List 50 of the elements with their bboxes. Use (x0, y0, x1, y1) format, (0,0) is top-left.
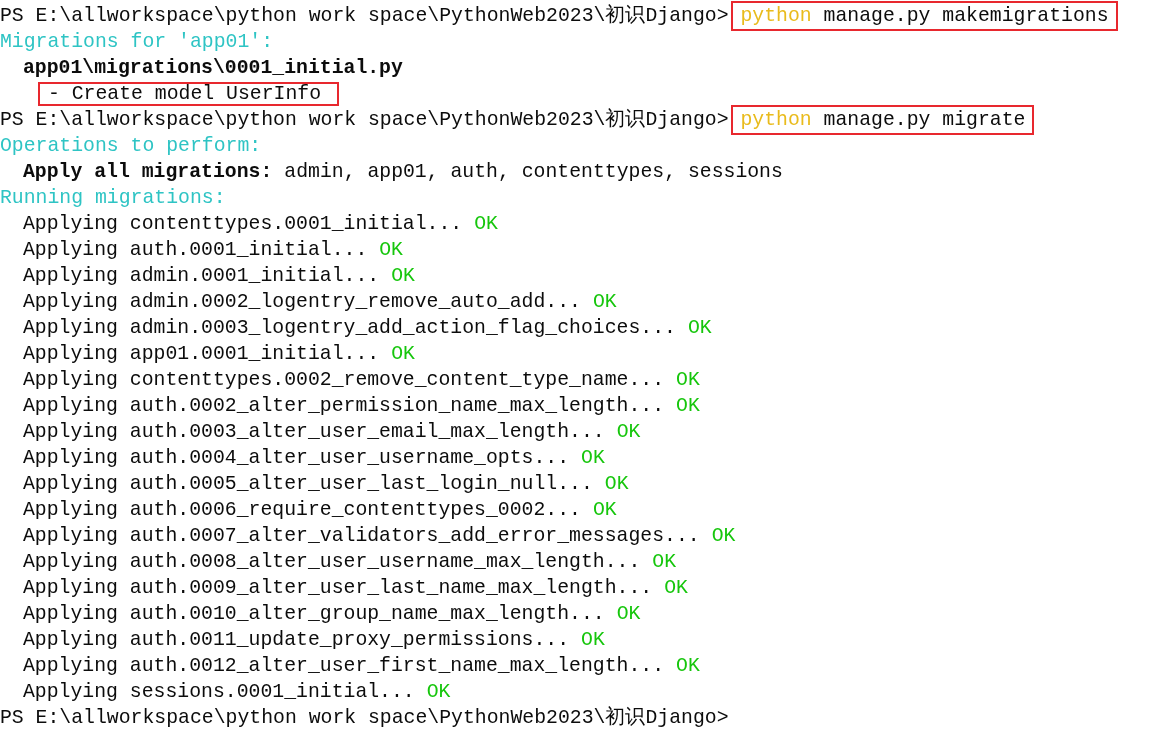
step-text: Applying auth.0001_initial... (23, 238, 368, 263)
status-text: OK (652, 550, 677, 575)
status-text: OK (616, 602, 641, 627)
step-text: Applying auth.0005_alter_user_last_login_null... (23, 472, 593, 497)
step-text: Applying auth.0006_require_contenttypes_0002... (23, 498, 581, 523)
step-text: Applying auth.0007_alter_validators_add_error_messages... (23, 524, 700, 549)
status-text: OK (581, 628, 605, 653)
heading-text: Operations to perform: (0, 134, 262, 159)
step-text: Applying contenttypes.0002_remove_content_type_name... (23, 368, 665, 393)
status-text: OK (676, 394, 700, 419)
value-text: admin, app01, auth, contenttypes, sessions (284, 160, 783, 185)
status-text: OK (664, 576, 688, 601)
step-text: Applying auth.0002_alter_permission_name_max_length... (23, 394, 665, 419)
command-text: python manage.py migrate (730, 105, 1035, 135)
status-text: OK (604, 472, 629, 497)
step-text: Applying admin.0003_logentry_add_action_flag_choices... (23, 316, 676, 341)
status-text: OK (391, 342, 415, 367)
step-text: Applying sessions.0001_initial... (23, 680, 415, 705)
prompt-text: PS E:\allworkspace\python work space\PythonWeb2023\初识Django> (0, 3, 729, 29)
prompt-text: PS E:\allworkspace\python work space\PythonWeb2023\初识Django> (0, 107, 729, 133)
file-path-text: app01\migrations\0001_initial.py (23, 56, 403, 81)
step-text: Applying app01.0001_initial... (23, 342, 380, 367)
status-text: OK (391, 264, 415, 289)
heading-text: Running migrations: (0, 186, 226, 211)
status-text: OK (581, 446, 605, 471)
command-text: python manage.py makemigrations (730, 1, 1118, 31)
status-text: OK (426, 680, 451, 705)
step-text: Applying contenttypes.0001_initial... (23, 212, 463, 237)
step-text: Applying auth.0011_update_proxy_permissions... (23, 628, 570, 653)
output-text: - Create model UserInfo (38, 82, 340, 106)
prompt-text: PS E:\allworkspace\python work space\PythonWeb2023\初识Django> (0, 705, 729, 731)
status-text: OK (687, 316, 712, 341)
status-text: OK (379, 238, 403, 263)
status-text: OK (592, 290, 617, 315)
step-text: Applying admin.0001_initial... (23, 264, 380, 289)
status-text: OK (592, 498, 617, 523)
status-text: OK (616, 420, 641, 445)
step-text: Applying auth.0012_alter_user_first_name_max_length... (23, 654, 665, 679)
heading-text: Migrations for 'app01': (0, 30, 274, 55)
step-text: Applying admin.0002_logentry_remove_auto_add... (23, 290, 581, 315)
step-text: Applying auth.0003_alter_user_email_max_length... (23, 420, 605, 445)
step-text: Applying auth.0010_alter_group_name_max_length... (23, 602, 605, 627)
step-text: Applying auth.0004_alter_user_username_opts... (23, 446, 570, 471)
status-text: OK (676, 368, 700, 393)
label-text: Apply all migrations: (23, 160, 273, 185)
step-text: Applying auth.0009_alter_user_last_name_max_length... (23, 576, 653, 601)
status-text: OK (676, 654, 700, 679)
status-text: OK (711, 524, 736, 549)
status-text: OK (474, 212, 498, 237)
step-text: Applying auth.0008_alter_user_username_max_length... (23, 550, 641, 575)
